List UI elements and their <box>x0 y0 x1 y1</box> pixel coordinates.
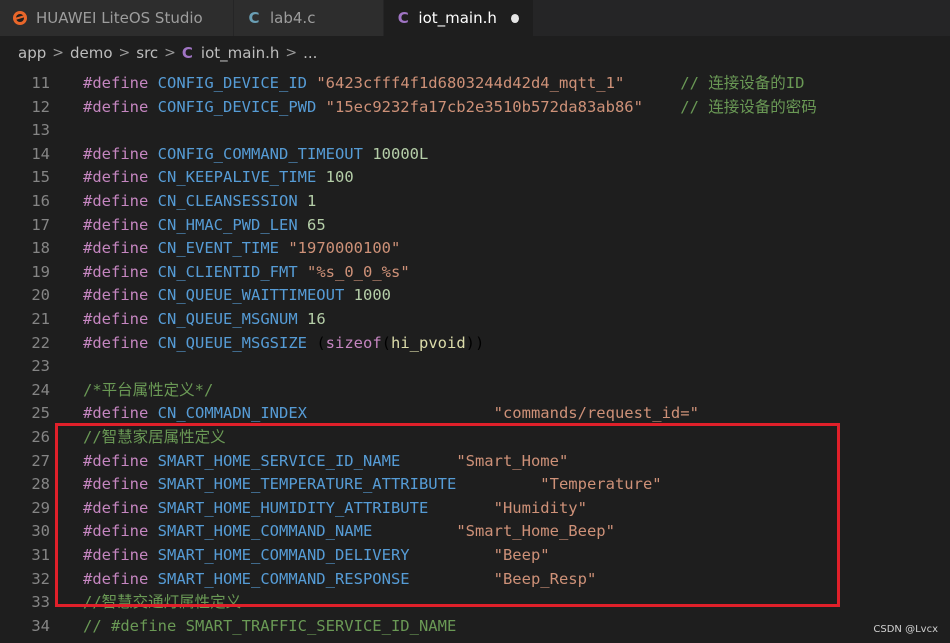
line-number: 26 <box>31 428 50 446</box>
line-number: 12 <box>31 97 50 116</box>
code-text: #define CN_COMMADN_INDEX "commands/reque… <box>83 404 699 423</box>
code-text: #define SMART_HOME_COMMAND_NAME "Smart_H… <box>83 522 615 541</box>
code-line[interactable]: 28 #define SMART_HOME_TEMPERATURE_ATTRIBU… <box>0 473 950 497</box>
chevron-right-icon: > <box>52 45 64 61</box>
line-number: 21 <box>31 310 50 328</box>
c-file-icon: C <box>248 9 260 27</box>
code-text: //智慧家居属性定义 <box>83 428 226 446</box>
code-text: #define CONFIG_COMMAND_TIMEOUT 10000L <box>83 144 429 163</box>
code-text: #define SMART_HOME_HUMIDITY_ATTRIBUTE "H… <box>83 498 587 517</box>
line-number: 20 <box>31 286 50 305</box>
code-line[interactable]: 27 #define SMART_HOME_SERVICE_ID_NAME "Sm… <box>0 450 950 474</box>
code-line[interactable]: 15 #define CN_KEEPALIVE_TIME 100 <box>0 166 950 190</box>
code-text: #define CN_CLEANSESSION 1 <box>83 192 317 210</box>
code-line[interactable]: 13 <box>0 119 950 143</box>
tab-label: lab4.c <box>270 9 316 27</box>
line-number: 32 <box>31 569 50 588</box>
tab-huawei-liteos-studio[interactable]: HUAWEI LiteOS Studio <box>0 0 234 36</box>
line-number: 11 <box>31 74 50 92</box>
code-line[interactable]: 34 // #define SMART_TRAFFIC_SERVICE_ID_NA… <box>0 615 950 639</box>
code-line[interactable]: 26 //智慧家居属性定义 <box>0 426 950 450</box>
line-number: 30 <box>31 522 50 541</box>
code-text: #define SMART_HOME_TEMPERATURE_ATTRIBUTE… <box>83 475 662 494</box>
code-text: #define CN_EVENT_TIME "1970000100" <box>83 239 401 258</box>
code-line[interactable]: 29 #define SMART_HOME_HUMIDITY_ATTRIBUTE … <box>0 497 950 521</box>
chevron-right-icon: > <box>164 45 176 61</box>
code-line[interactable]: 32 #define SMART_HOME_COMMAND_RESPONSE "B… <box>0 568 950 592</box>
line-number: 27 <box>31 451 50 470</box>
code-line[interactable]: 22 #define CN_QUEUE_MSGSIZE (sizeof(hi_pv… <box>0 332 950 356</box>
code-text: #define CN_CLIENTID_FMT "%s_0_0_%s" <box>83 262 410 281</box>
code-line[interactable]: 31 #define SMART_HOME_COMMAND_DELIVERY "B… <box>0 544 950 568</box>
editor-tab-bar: HUAWEI LiteOS Studio C lab4.c C iot_main… <box>0 0 950 36</box>
code-line[interactable]: 23 <box>0 355 950 379</box>
line-number: 17 <box>31 215 50 234</box>
line-number: 13 <box>31 121 50 140</box>
line-number: 28 <box>31 475 50 494</box>
tab-label: HUAWEI LiteOS Studio <box>36 9 203 27</box>
line-number: 16 <box>31 192 50 210</box>
code-line[interactable]: 19 #define CN_CLIENTID_FMT "%s_0_0_%s" <box>0 261 950 285</box>
breadcrumb-file-label: iot_main.h <box>200 44 280 62</box>
line-number: 31 <box>31 546 50 564</box>
breadcrumb: app > demo > src > C iot_main.h > ... <box>0 36 950 70</box>
line-number: 25 <box>31 404 50 423</box>
code-line[interactable]: 30 #define SMART_HOME_COMMAND_NAME "Smart… <box>0 520 950 544</box>
code-text: #define SMART_HOME_COMMAND_DELIVERY "Bee… <box>83 546 550 564</box>
breadcrumb-item-src[interactable]: src <box>136 44 158 62</box>
code-line[interactable]: 33 //智慧交通灯属性定义 <box>0 591 950 615</box>
code-line[interactable]: 16 #define CN_CLEANSESSION 1 <box>0 190 950 214</box>
code-line[interactable]: 14 #define CONFIG_COMMAND_TIMEOUT 10000L <box>0 143 950 167</box>
chevron-right-icon: > <box>118 45 131 61</box>
breadcrumb-item-symbol[interactable]: ... <box>303 44 317 62</box>
breadcrumb-item-file[interactable]: C iot_main.h <box>182 44 280 62</box>
tab-lab4-c[interactable]: C lab4.c <box>234 0 384 36</box>
code-text: /*平台属性定义*/ <box>83 380 214 399</box>
code-text: #define CN_KEEPALIVE_TIME 100 <box>83 168 354 187</box>
line-number: 22 <box>31 333 50 352</box>
huawei-liteos-logo-icon <box>12 10 28 26</box>
line-number: 33 <box>31 593 50 612</box>
code-line[interactable]: 12 #define CONFIG_DEVICE_PWD "15ec9232fa1… <box>0 96 950 120</box>
code-text: #define CN_QUEUE_MSGNUM 16 <box>83 310 326 328</box>
code-text: // #define SMART_TRAFFIC_SERVICE_ID_NAME <box>83 616 457 635</box>
line-number: 34 <box>31 616 50 635</box>
code-line[interactable]: 17 #define CN_HMAC_PWD_LEN 65 <box>0 214 950 238</box>
code-line[interactable]: 18 #define CN_EVENT_TIME "1970000100" <box>0 237 950 261</box>
code-text: #define CN_HMAC_PWD_LEN 65 <box>83 215 326 234</box>
code-line[interactable]: 25 #define CN_COMMADN_INDEX "commands/req… <box>0 402 950 426</box>
code-line[interactable]: 21 #define CN_QUEUE_MSGNUM 16 <box>0 308 950 332</box>
breadcrumb-item-app[interactable]: app <box>18 44 46 62</box>
c-header-file-icon: C <box>397 9 409 27</box>
line-number: 15 <box>31 168 50 187</box>
code-line[interactable]: 20 #define CN_QUEUE_WAITTIMEOUT 1000 <box>0 284 950 308</box>
code-line[interactable]: 11 #define CONFIG_DEVICE_ID "6423cfff4f1d… <box>0 72 950 96</box>
tab-label: iot_main.h <box>418 9 497 27</box>
line-number: 23 <box>31 357 50 376</box>
code-text: #define CN_QUEUE_WAITTIMEOUT 1000 <box>83 286 391 305</box>
code-text: #define CONFIG_DEVICE_PWD "15ec9232fa17c… <box>83 97 817 116</box>
code-text: #define SMART_HOME_SERVICE_ID_NAME "Smar… <box>83 451 569 470</box>
line-number: 29 <box>31 498 50 517</box>
tab-iot-main-h[interactable]: C iot_main.h <box>384 0 534 36</box>
code-editor[interactable]: 11 #define CONFIG_DEVICE_ID "6423cfff4f1d… <box>0 70 950 643</box>
unsaved-indicator-icon[interactable] <box>510 13 519 23</box>
watermark: CSDN @Lvcx <box>873 624 938 635</box>
line-number: 24 <box>31 380 50 399</box>
breadcrumb-item-demo[interactable]: demo <box>70 44 113 62</box>
code-text: #define CONFIG_DEVICE_ID "6423cfff4f1d68… <box>83 74 805 92</box>
line-number: 14 <box>31 144 50 163</box>
c-header-file-icon: C <box>181 44 193 62</box>
chevron-right-icon: > <box>285 45 298 61</box>
code-text: #define SMART_HOME_COMMAND_RESPONSE "Bee… <box>83 569 597 588</box>
code-text: //智慧交通灯属性定义 <box>83 593 242 612</box>
line-number: 19 <box>31 262 50 281</box>
code-text: #define CN_QUEUE_MSGSIZE (sizeof(hi_pvoi… <box>83 333 485 352</box>
line-number: 18 <box>31 239 50 258</box>
code-line[interactable]: 24 /*平台属性定义*/ <box>0 379 950 403</box>
